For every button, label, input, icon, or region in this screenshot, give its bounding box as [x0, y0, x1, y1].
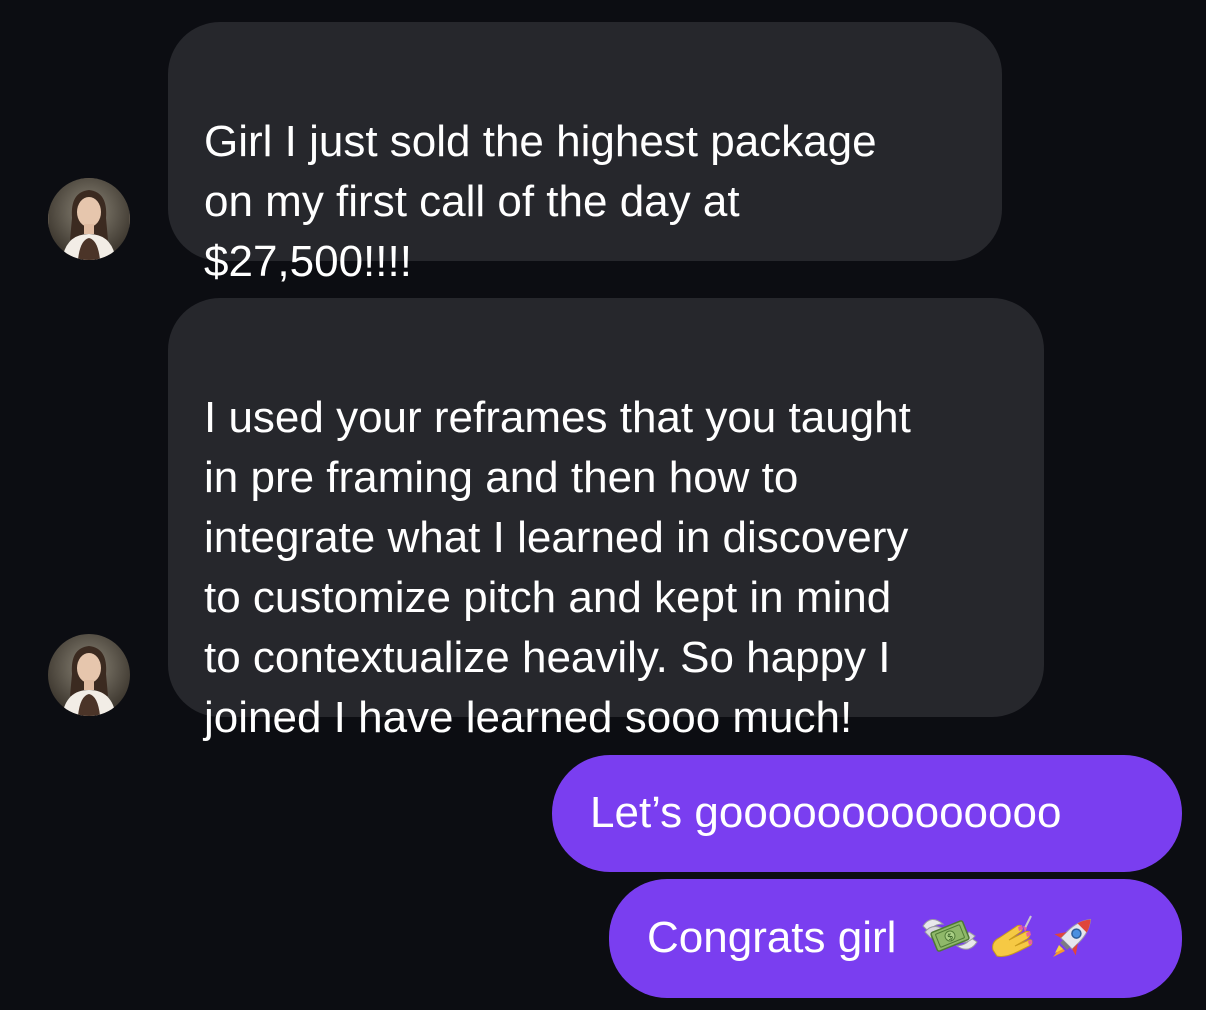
incoming-message[interactable]: I used your reframes that you taught in …: [168, 298, 1044, 742]
money-with-wings-icon: $: [922, 919, 978, 953]
message-text: Girl I just sold the highest package on …: [204, 117, 877, 286]
contact-avatar[interactable]: [48, 634, 130, 716]
rocket-icon: [1052, 919, 1091, 958]
contact-avatar[interactable]: [48, 178, 130, 260]
message-text: Congrats girl: [647, 913, 897, 962]
outgoing-message[interactable]: Congrats girl $: [609, 879, 1182, 998]
message-text: I used your reframes that you taught in …: [204, 393, 911, 742]
outgoing-message[interactable]: Let’s goooooooooooooo: [552, 755, 1182, 872]
incoming-message[interactable]: Girl I just sold the highest package on …: [168, 22, 1002, 286]
message-text: Let’s goooooooooooooo: [590, 788, 1062, 837]
message-thread: Girl I just sold the highest package on …: [0, 0, 1206, 1010]
nail-polish-icon: [991, 915, 1033, 958]
emoji-group: $: [919, 911, 1099, 961]
